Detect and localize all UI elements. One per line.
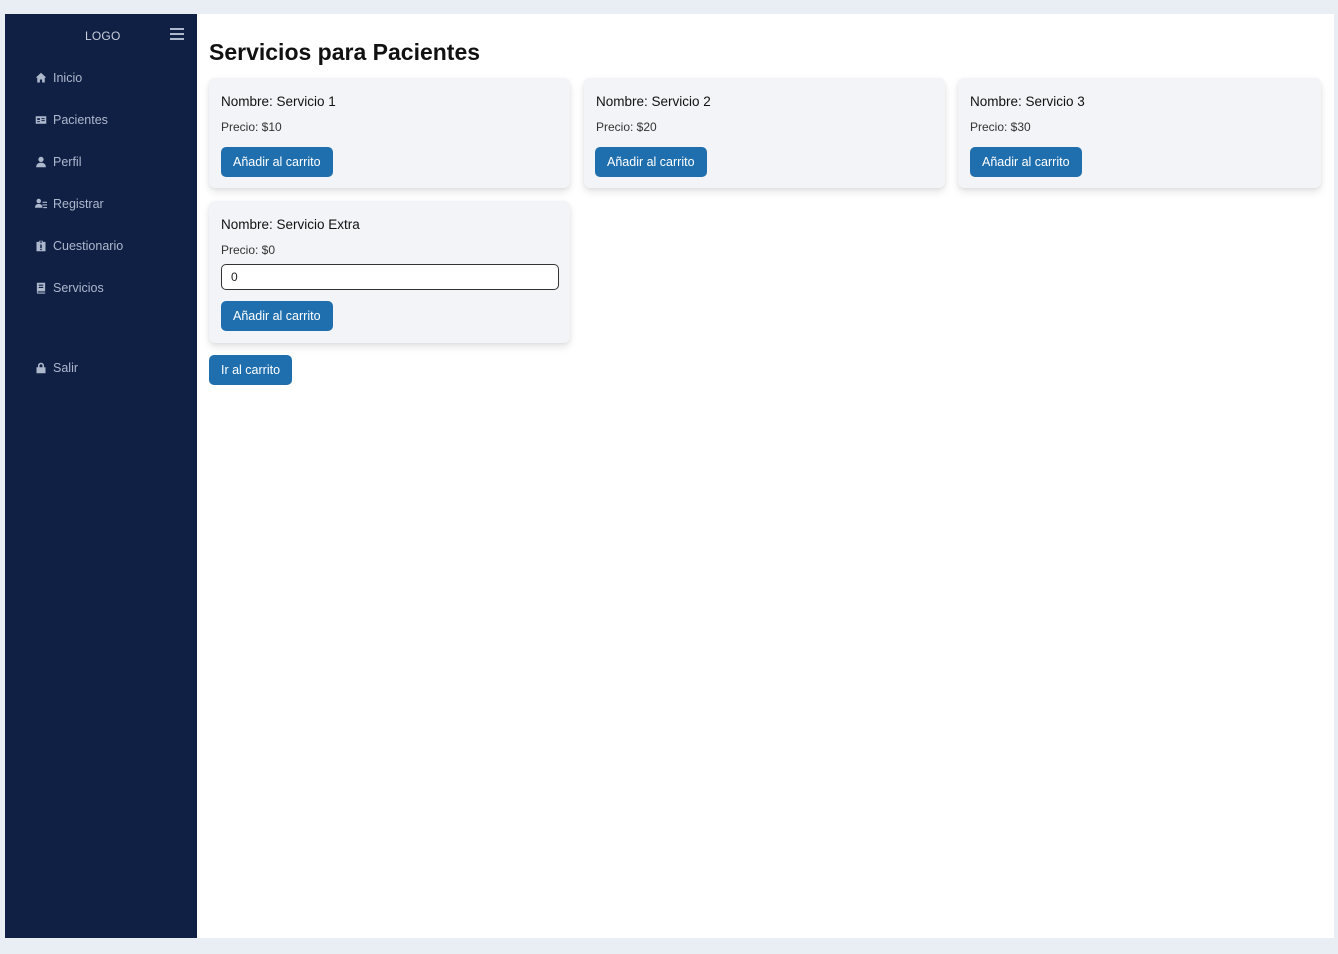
service-name: Nombre: Servicio 2: [596, 94, 711, 109]
sidebar: LOGO Inicio Pacientes Perfil Registrar C…: [5, 14, 197, 938]
sidebar-item-label: Registrar: [53, 197, 104, 211]
service-price: Precio: $0: [221, 243, 276, 257]
sidebar-item-label: Inicio: [53, 71, 83, 85]
add-to-cart-button[interactable]: Añadir al carrito: [221, 301, 333, 331]
app-window: LOGO Inicio Pacientes Perfil Registrar C…: [5, 14, 1334, 938]
sidebar-item-label: Servicios: [53, 281, 104, 295]
add-to-cart-button[interactable]: Añadir al carrito: [970, 147, 1082, 177]
home-icon: [35, 72, 47, 84]
sidebar-item-label: Cuestionario: [53, 239, 124, 253]
id-card-icon: [35, 114, 47, 126]
sidebar-item-label: Perfil: [53, 155, 82, 169]
service-card: Nombre: Servicio 1 Precio: $10 Añadir al…: [209, 78, 570, 188]
service-card-extra: Nombre: Servicio Extra Precio: $0 Añadir…: [209, 201, 570, 343]
extra-price-input[interactable]: [221, 264, 559, 290]
service-price: Precio: $30: [970, 120, 1031, 134]
user-register-icon: [35, 198, 47, 210]
book-icon: [35, 282, 47, 294]
service-price: Precio: $10: [221, 120, 282, 134]
add-to-cart-button[interactable]: Añadir al carrito: [595, 147, 707, 177]
logo: LOGO: [85, 29, 121, 43]
add-to-cart-button[interactable]: Añadir al carrito: [221, 147, 333, 177]
sidebar-item-cuestionario[interactable]: Cuestionario: [35, 236, 123, 256]
lock-icon: [35, 362, 47, 374]
service-name: Nombre: Servicio 3: [970, 94, 1085, 109]
go-to-cart-button[interactable]: Ir al carrito: [209, 355, 293, 385]
service-price: Precio: $20: [596, 120, 657, 134]
sidebar-item-label: Salir: [53, 361, 79, 375]
sidebar-item-pacientes[interactable]: Pacientes: [35, 110, 108, 130]
service-card: Nombre: Servicio 2 Precio: $20 Añadir al…: [584, 78, 945, 188]
sidebar-item-registrar[interactable]: Registrar: [35, 194, 104, 214]
user-icon: [35, 156, 47, 168]
sidebar-item-label: Pacientes: [53, 113, 108, 127]
clipboard-icon: [35, 240, 47, 252]
service-name: Nombre: Servicio 1: [221, 94, 336, 109]
page-title: Servicios para Pacientes: [209, 39, 481, 65]
main-content: Servicios para Pacientes Nombre: Servici…: [197, 14, 1334, 938]
sidebar-item-salir[interactable]: Salir: [35, 358, 78, 378]
hamburger-icon[interactable]: [170, 28, 184, 41]
sidebar-item-perfil[interactable]: Perfil: [35, 152, 81, 172]
service-card: Nombre: Servicio 3 Precio: $30 Añadir al…: [958, 78, 1321, 188]
sidebar-item-inicio[interactable]: Inicio: [35, 68, 82, 88]
sidebar-item-servicios[interactable]: Servicios: [35, 278, 104, 298]
service-name: Nombre: Servicio Extra: [221, 217, 360, 232]
